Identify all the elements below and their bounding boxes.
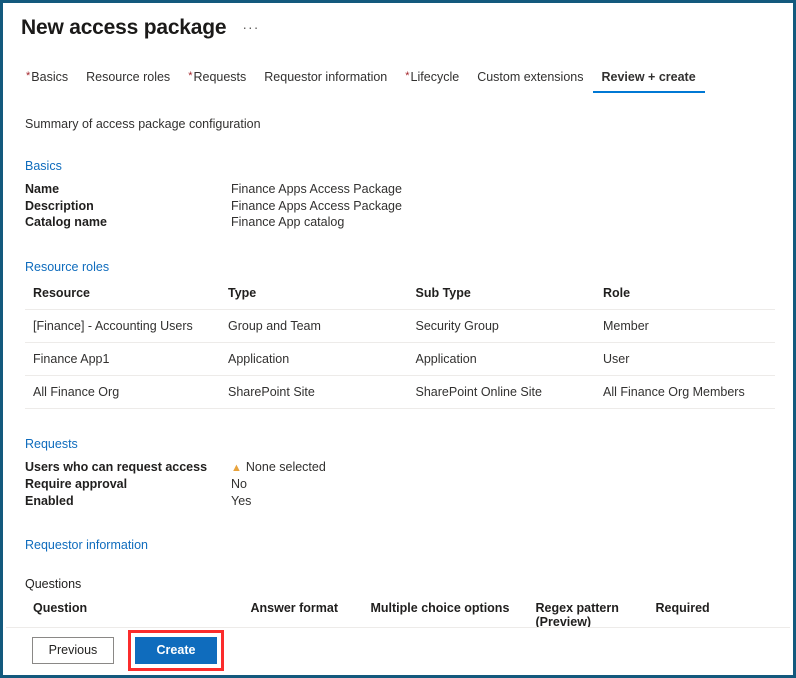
requests-value-require-approval: No (231, 477, 247, 491)
requests-key-require-approval: Require approval (25, 477, 128, 491)
cell-sub-type: SharePoint Online Site (407, 375, 595, 409)
column-header-required: Required (647, 598, 775, 627)
column-header-answer-format: Answer format (242, 598, 363, 627)
section-link-requestor-information[interactable]: Requestor information (25, 538, 148, 552)
requests-key-users-who-can-request: Users who can request access (25, 459, 208, 474)
required-asterisk-icon: * (405, 70, 410, 82)
requests-value-enabled: Yes (231, 493, 252, 508)
tab-label: Requests (193, 70, 247, 84)
page-title: New access package (21, 16, 227, 39)
column-header-role: Role (595, 282, 775, 310)
cell-role: Member (595, 309, 775, 343)
column-header-multiple-choice-options: Multiple choice options (362, 598, 528, 627)
requests-value-text: None selected (245, 459, 326, 474)
column-header-sub-type: Sub Type (407, 282, 595, 310)
column-header-question: Question (25, 598, 243, 627)
questions-table: Question Answer format Multiple choice o… (25, 598, 775, 627)
column-header-regex-pattern: Regex pattern (Preview) (527, 598, 648, 627)
table-row: Description Finance Apps Access Package (25, 199, 402, 216)
cell-type: Application (220, 342, 408, 376)
basics-value-description: Finance Apps Access Package (231, 198, 402, 213)
basics-value-name: Finance Apps Access Package (231, 182, 402, 196)
questions-subheading: Questions (25, 577, 82, 591)
cell-sub-type: Application (407, 342, 595, 376)
table-header-row: Question Answer format Multiple choice o… (25, 598, 775, 627)
create-button[interactable]: Create (135, 636, 217, 664)
tab-label: Requestor information (264, 70, 388, 84)
basics-key-description: Description (25, 198, 94, 213)
column-header-resource: Resource (25, 282, 220, 310)
summary-description: Summary of access package configuration (25, 117, 261, 131)
tab-label: Review + create (601, 70, 696, 84)
requests-key-enabled: Enabled (25, 493, 74, 508)
azure-portal-blade: New access package ··· *Basics Resource … (0, 0, 796, 678)
cell-resource: All Finance Org (25, 375, 220, 409)
cell-role: All Finance Org Members (595, 375, 775, 409)
basics-summary-table: Name Finance Apps Access Package Descrip… (25, 182, 402, 232)
review-create-panel: Summary of access package configuration … (3, 117, 793, 627)
cell-sub-type: Security Group (407, 309, 595, 343)
tab-label: Resource roles (86, 70, 171, 84)
cell-type: Group and Team (220, 309, 408, 343)
section-link-requests[interactable]: Requests (25, 437, 78, 451)
basics-value-catalog-name: Finance App catalog (231, 215, 345, 229)
required-asterisk-icon: * (188, 70, 193, 82)
table-row: Users who can request access ▲ None selec… (25, 460, 326, 478)
table-row: [Finance] - Accounting Users Group and T… (25, 309, 775, 343)
cell-resource: [Finance] - Accounting Users (25, 309, 220, 343)
table-row: Catalog name Finance App catalog (25, 215, 402, 232)
column-header-type: Type (220, 282, 408, 310)
table-row: Require approval No (25, 477, 326, 494)
requests-summary-table: Users who can request access ▲ None selec… (25, 460, 326, 511)
cell-role: User (595, 342, 775, 376)
cell-resource: Finance App1 (25, 342, 220, 376)
table-row: Name Finance Apps Access Package (25, 182, 402, 199)
requests-value-users-who-can-request: ▲ None selected (231, 460, 326, 478)
blade-footer: Previous Create (6, 627, 790, 672)
table-row: Finance App1 Application Application Use… (25, 342, 775, 376)
regex-line-1: Regex pattern (535, 601, 619, 615)
more-options-icon[interactable]: ··· (242, 20, 259, 34)
basics-key-catalog-name: Catalog name (25, 215, 107, 229)
table-header-row: Resource Type Sub Type Role (25, 282, 775, 310)
regex-line-2: (Preview) (535, 615, 592, 627)
tab-lifecycle[interactable]: *Lifecycle (396, 70, 468, 93)
section-link-basics[interactable]: Basics (25, 159, 62, 173)
blade-content: New access package ··· *Basics Resource … (3, 3, 793, 627)
basics-key-name: Name (25, 182, 60, 196)
tab-label: Basics (31, 70, 69, 84)
required-asterisk-icon: * (26, 70, 31, 82)
previous-button[interactable]: Previous (32, 636, 114, 664)
tab-resource-roles[interactable]: Resource roles (77, 70, 179, 93)
table-row: All Finance Org SharePoint Site SharePoi… (25, 375, 775, 409)
create-button-highlight: Create (128, 629, 224, 671)
section-link-resource-roles[interactable]: Resource roles (25, 260, 109, 274)
resource-roles-table: Resource Type Sub Type Role [Finance] - … (25, 282, 775, 409)
tab-requestor-information[interactable]: Requestor information (255, 70, 396, 93)
tab-custom-extensions[interactable]: Custom extensions (468, 70, 592, 93)
tab-review-create[interactable]: Review + create (592, 70, 705, 93)
cell-type: SharePoint Site (220, 375, 408, 409)
tab-label: Lifecycle (410, 70, 460, 84)
tab-requests[interactable]: *Requests (179, 70, 255, 93)
blade-header: New access package ··· (3, 3, 793, 40)
tab-basics[interactable]: *Basics (17, 70, 77, 93)
warning-triangle-icon: ▲ (231, 461, 242, 474)
wizard-tabs: *Basics Resource roles *Requests Request… (3, 67, 793, 93)
table-row: Enabled Yes (25, 494, 326, 511)
tab-label: Custom extensions (477, 70, 584, 84)
